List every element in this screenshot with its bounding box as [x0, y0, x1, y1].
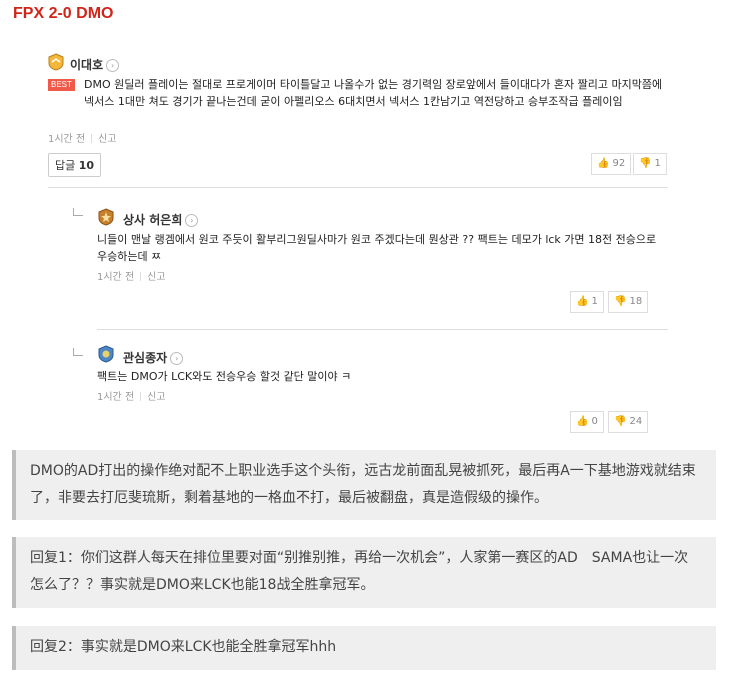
reply-meta: 1시간 전 신고 [97, 272, 166, 283]
quote-block: 回复1：你们这群人每天在排位里要对面“别推别推，再给一次机会”，人家第一赛区的A… [12, 537, 716, 608]
rank-badge-icon [98, 208, 114, 226]
rank-badge-icon [98, 345, 114, 363]
page-title: FPX 2-0 DMO [13, 5, 114, 22]
reply-text: 니들이 맨날 랭겜에서 원코 주듯이 활부리그원딜사마가 원코 주겠다는데 뭔상… [97, 233, 657, 263]
thumbs-up-icon: 👍 [576, 416, 589, 427]
comment-text: DMO 원딜러 플레이는 절대로 프로게이머 타이틀달고 나올수가 없는 경기력… [84, 78, 663, 108]
chevron-right-icon[interactable]: › [170, 352, 184, 365]
thumbs-down-icon: 👎 [614, 416, 627, 427]
dislike-button[interactable]: 👎 24 [608, 411, 649, 433]
reply-author[interactable]: 관심종자 › [123, 349, 184, 366]
thumbs-down-icon: 👎 [614, 296, 627, 307]
report-link[interactable]: 신고 [147, 272, 165, 283]
comment-meta: 1시간 전 신고 [48, 134, 117, 145]
thumbs-up-icon: 👍 [576, 296, 589, 307]
comment-screenshot: 이대호 › BEST DMO 원딜러 플레이는 절대로 프로게이머 타이틀달고 나… [37, 40, 684, 445]
report-link[interactable]: 신고 [147, 392, 165, 403]
divider [48, 187, 668, 188]
chevron-right-icon[interactable]: › [106, 59, 120, 72]
like-button[interactable]: 👍 0 [570, 411, 604, 433]
comment-author[interactable]: 이대호 › [70, 56, 120, 73]
reply-text: 팩트는 DMO가 LCK와도 전승우승 할것 같단 말이야 ㅋ [97, 370, 352, 383]
divider [97, 329, 668, 330]
thumbs-down-icon: 👎 [639, 158, 652, 169]
reply-author[interactable]: 상사 허은희 › [123, 211, 199, 228]
reply-meta: 1시간 전 신고 [97, 392, 166, 403]
best-badge: BEST [48, 79, 75, 91]
report-link[interactable]: 신고 [98, 134, 116, 145]
dislike-button[interactable]: 👎 18 [608, 291, 649, 313]
quote-block: 回复2：事实就是DMO来LCK也能全胜拿冠军hhh [12, 626, 716, 670]
like-button[interactable]: 👍 1 [570, 291, 604, 313]
reply-indent-icon [73, 348, 83, 356]
reply-indent-icon [73, 208, 83, 216]
like-button[interactable]: 👍 92 [591, 153, 632, 175]
chevron-right-icon[interactable]: › [185, 214, 199, 227]
quote-block: DMO的AD打出的操作绝对配不上职业选手这个头衔，远古龙前面乱晃被抓死，最后再A… [12, 450, 716, 520]
thumbs-up-icon: 👍 [597, 158, 610, 169]
reply-count-button[interactable]: 답글 10 [48, 153, 102, 177]
dislike-button[interactable]: 👎 1 [633, 153, 667, 175]
rank-badge-icon [48, 53, 64, 71]
